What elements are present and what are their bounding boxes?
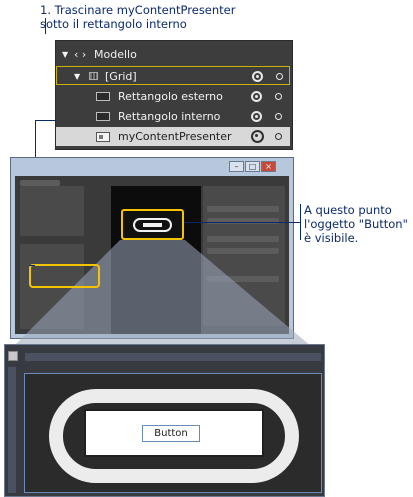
result-line1: A questo punto [304,203,392,217]
result-line3: è visibile. [304,231,359,245]
result-line2: l'oggetto "Button" [304,217,408,231]
preview-left-bar [8,367,16,493]
inner-rectangle: Button [84,409,264,457]
drop-target-leader [29,265,35,266]
button-preview-pill [133,218,172,232]
zoomed-preview: Button [4,344,325,497]
result-note: A questo punto l'oggetto "Button" è visi… [304,203,413,245]
result-leader-bracket [300,204,301,240]
preview-canvas: Button [24,373,322,493]
drop-target-highlight [29,264,100,288]
result-leader-line [184,222,300,223]
button-preview-highlight [121,209,184,240]
preview-top-bar [25,353,321,361]
preview-toolbar-icon [8,351,18,361]
content-button[interactable]: Button [142,425,200,442]
